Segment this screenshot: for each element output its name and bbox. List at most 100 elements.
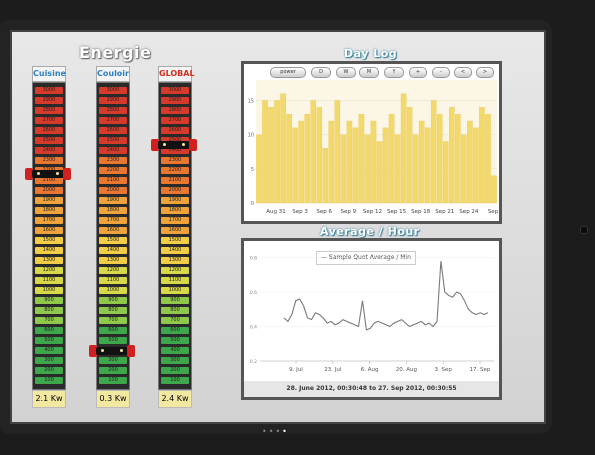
meter-segment: 900 — [161, 297, 189, 304]
x-tick-label: Sep 15 — [387, 209, 407, 215]
meter-slider-knob-0[interactable] — [25, 168, 71, 181]
meter-segment: 700 — [99, 317, 127, 324]
meter-segment: 1300 — [35, 257, 63, 264]
bar — [400, 93, 407, 204]
meter-segment: 1100 — [99, 277, 127, 284]
meter-segment: 1000 — [35, 287, 63, 294]
meter-segment: 1100 — [35, 277, 63, 284]
meter-segment: 1600 — [161, 227, 189, 234]
meter-segment: 500 — [35, 337, 63, 344]
bar — [340, 134, 347, 204]
meter-segment: 700 — [161, 317, 189, 324]
meter-segment: 2200 — [161, 167, 189, 174]
meter-segment: 1000 — [161, 287, 189, 294]
meter-segment: 2600 — [35, 127, 63, 134]
y-tick-label: 5 — [251, 167, 254, 173]
meter-segment: 2700 — [99, 117, 127, 124]
y-tick-label: 0 — [251, 201, 254, 207]
meter-segment: 3000 — [35, 87, 63, 94]
meter-segment: 3000 — [99, 87, 127, 94]
meter-slider-knob-1[interactable] — [89, 344, 135, 357]
x-tick-label: Sep — [488, 209, 499, 215]
meter-column-2: 3000290028002700260025002400230022002100… — [158, 82, 192, 390]
bar — [370, 120, 377, 204]
meter-segment: 2700 — [161, 117, 189, 124]
x-tick-label: 9. Jul — [289, 367, 303, 373]
meter-segment: 300 — [161, 357, 189, 364]
average-title: Average / Hour — [320, 225, 420, 238]
meter-segment: 2600 — [161, 127, 189, 134]
meter-segment: 1500 — [161, 237, 189, 244]
bar — [461, 134, 467, 204]
meter-segment: 1600 — [35, 227, 63, 234]
meter-segment: 1600 — [99, 227, 127, 234]
meter-segment: 2400 — [35, 147, 63, 154]
meter-segment: 700 — [35, 317, 63, 324]
bar — [292, 127, 298, 204]
camera-icon — [580, 226, 588, 234]
page-indicator[interactable]: •••• — [262, 427, 289, 436]
day-log-chart: 0 5 10 15 Aug 31 Sep 3 Sep 6 Sep 9 Sep 12 Sep 15 S… — [248, 80, 499, 215]
meter-segment: 200 — [99, 367, 127, 374]
x-tick-label: Sep 21 — [435, 209, 454, 215]
meter-segment: 1000 — [99, 287, 127, 294]
meter-segment: 300 — [35, 357, 63, 364]
meter-segment: 800 — [161, 307, 189, 314]
meter-segment: 1200 — [35, 267, 63, 274]
meter-segment: 1200 — [161, 267, 189, 274]
meter-segment: 2500 — [99, 137, 127, 144]
meter-segment: 1200 — [99, 267, 127, 274]
bar — [286, 114, 292, 204]
x-tick-label: 17. Sep — [470, 367, 491, 373]
bar — [268, 107, 274, 204]
meter-segment: 1400 — [35, 247, 63, 254]
meter-segment: 2300 — [35, 157, 63, 164]
app-title: Energie — [79, 43, 152, 62]
meter-segment: 2700 — [35, 117, 63, 124]
meter-segment: 600 — [161, 327, 189, 334]
meter-segment: 1400 — [161, 247, 189, 254]
meter-segment: 1900 — [35, 197, 63, 204]
meter-segment: 2000 — [35, 187, 63, 194]
meter-segment: 2200 — [99, 167, 127, 174]
day-log-title: Day Log — [344, 47, 398, 60]
bar — [491, 175, 497, 204]
meter-segment: 2300 — [161, 157, 189, 164]
meter-segment: 600 — [99, 327, 127, 334]
meter-value-1: 0.3 Kw — [96, 390, 130, 408]
meter-segment: 300 — [99, 357, 127, 364]
meter-segment: 2800 — [99, 107, 127, 114]
bar — [394, 134, 401, 204]
meter-segment: 1100 — [161, 277, 189, 284]
meter-segment: 1500 — [35, 237, 63, 244]
y-tick-label: 10 — [248, 133, 254, 139]
y-tick-label: 0.8 — [250, 256, 257, 262]
bar — [346, 120, 353, 204]
x-tick-label: Sep 18 — [411, 209, 431, 215]
bar — [274, 100, 280, 204]
meter-slider-knob-2[interactable] — [151, 138, 197, 151]
bar — [449, 107, 455, 204]
bar — [418, 120, 425, 204]
average-panel: — Sample Quot Average / Min 0.2 0.4 0.6 0.8… — [241, 238, 502, 400]
bar — [310, 100, 316, 204]
meter-segment: 600 — [35, 327, 63, 334]
bar — [443, 141, 449, 204]
meter-value-2: 2.4 Kw — [158, 390, 192, 408]
y-tick-label: 15 — [248, 99, 254, 105]
meter-segment: 1300 — [161, 257, 189, 264]
date-range: 28. June 2012, 00:30:48 to 27. Sep 2012,… — [244, 381, 499, 397]
bar — [376, 141, 383, 204]
plot-area — [256, 80, 497, 203]
meter-segment: 400 — [35, 347, 63, 354]
meter-segment: 2900 — [99, 97, 127, 104]
bar — [298, 120, 304, 204]
bar — [479, 107, 485, 204]
meter-segment: 2800 — [161, 107, 189, 114]
meter-segment: 2300 — [99, 157, 127, 164]
meter-segment: 100 — [35, 377, 63, 384]
meter-segment: 1800 — [35, 207, 63, 214]
meter-segment: 900 — [35, 297, 63, 304]
bar — [382, 127, 389, 204]
bar — [280, 93, 286, 204]
